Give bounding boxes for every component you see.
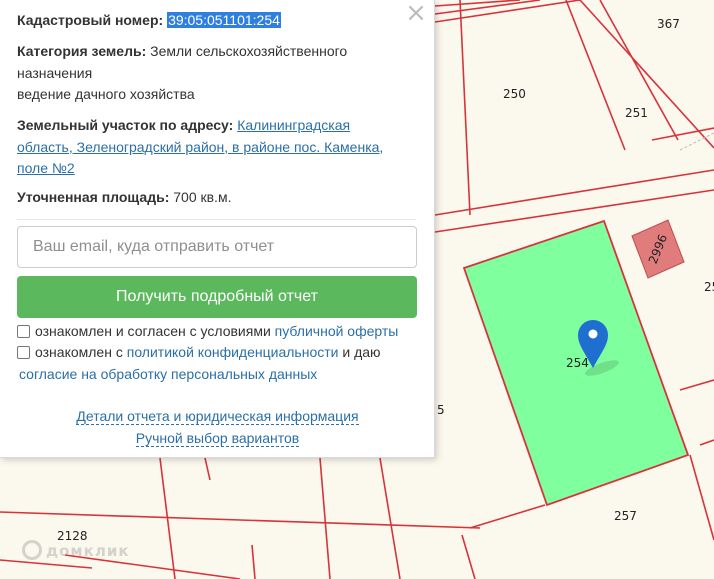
cadastral-row: Кадастровый номер: 39:05:051101:254 bbox=[17, 10, 417, 32]
category-row: Категория земель: Земли сельскохозяйстве… bbox=[17, 41, 417, 106]
plot-label-257: 257 bbox=[614, 509, 637, 523]
area-row: Уточненная площадь: 700 кв.м. bbox=[17, 187, 417, 209]
plot-label-5: 5 bbox=[437, 403, 445, 417]
privacy-consent-text-b: и даю bbox=[342, 344, 381, 360]
category-label: Категория земель: bbox=[17, 43, 147, 59]
email-input[interactable] bbox=[17, 226, 417, 268]
offer-consent-checkbox[interactable] bbox=[17, 325, 30, 338]
domclick-watermark: домклик bbox=[22, 540, 130, 560]
manual-selection-link[interactable]: Ручной выбор вариантов bbox=[135, 430, 300, 447]
plot-info-popup: × Кадастровый номер: 39:05:051101:254 Ка… bbox=[0, 0, 435, 458]
address-label: Земельный участок по адресу: bbox=[17, 117, 234, 133]
area-value: 700 кв.м. bbox=[173, 189, 232, 205]
get-report-button[interactable]: Получить подробный отчет bbox=[17, 276, 417, 318]
category-value-line2: назначения bbox=[17, 64, 93, 81]
privacy-consent-text-a: ознакомлен с bbox=[35, 344, 123, 360]
privacy-consent-row: ознакомлен с политикой конфиденциальност… bbox=[17, 341, 381, 385]
domclick-logo-icon bbox=[22, 540, 42, 560]
category-value-line3: ведение дачного хозяйства bbox=[17, 86, 195, 102]
address-row: Земельный участок по адресу: Калининград… bbox=[17, 115, 417, 180]
privacy-consent-checkbox[interactable] bbox=[17, 346, 30, 359]
plot-label-254: 254 bbox=[566, 356, 589, 370]
area-label: Уточненная площадь: bbox=[17, 189, 170, 205]
public-offer-link[interactable]: публичной оферты bbox=[275, 323, 399, 339]
plot-label-250: 250 bbox=[503, 87, 526, 101]
cadastral-number[interactable]: 39:05:051101:254 bbox=[167, 12, 281, 28]
plot-label-367: 367 bbox=[657, 17, 680, 31]
manual-link-row: Ручной выбор вариантов bbox=[0, 430, 435, 447]
personal-data-consent-link[interactable]: согласие на обработку персональных данны… bbox=[19, 366, 317, 382]
offer-consent-row: ознакомлен и согласен с условиями публич… bbox=[17, 320, 398, 342]
plot-label-25: 25 bbox=[704, 280, 714, 294]
report-details-link[interactable]: Детали отчета и юридическая информация bbox=[76, 408, 359, 425]
category-value-line1: Земли сельскохозяйственного bbox=[150, 43, 348, 59]
details-link-row: Детали отчета и юридическая информация bbox=[0, 408, 435, 425]
divider bbox=[17, 219, 416, 220]
privacy-policy-link[interactable]: политикой конфиденциальности bbox=[127, 344, 339, 360]
cadastral-label: Кадастровый номер: bbox=[17, 12, 164, 28]
plot-label-251: 251 bbox=[625, 106, 648, 120]
offer-consent-text: ознакомлен и согласен с условиями bbox=[35, 323, 271, 339]
